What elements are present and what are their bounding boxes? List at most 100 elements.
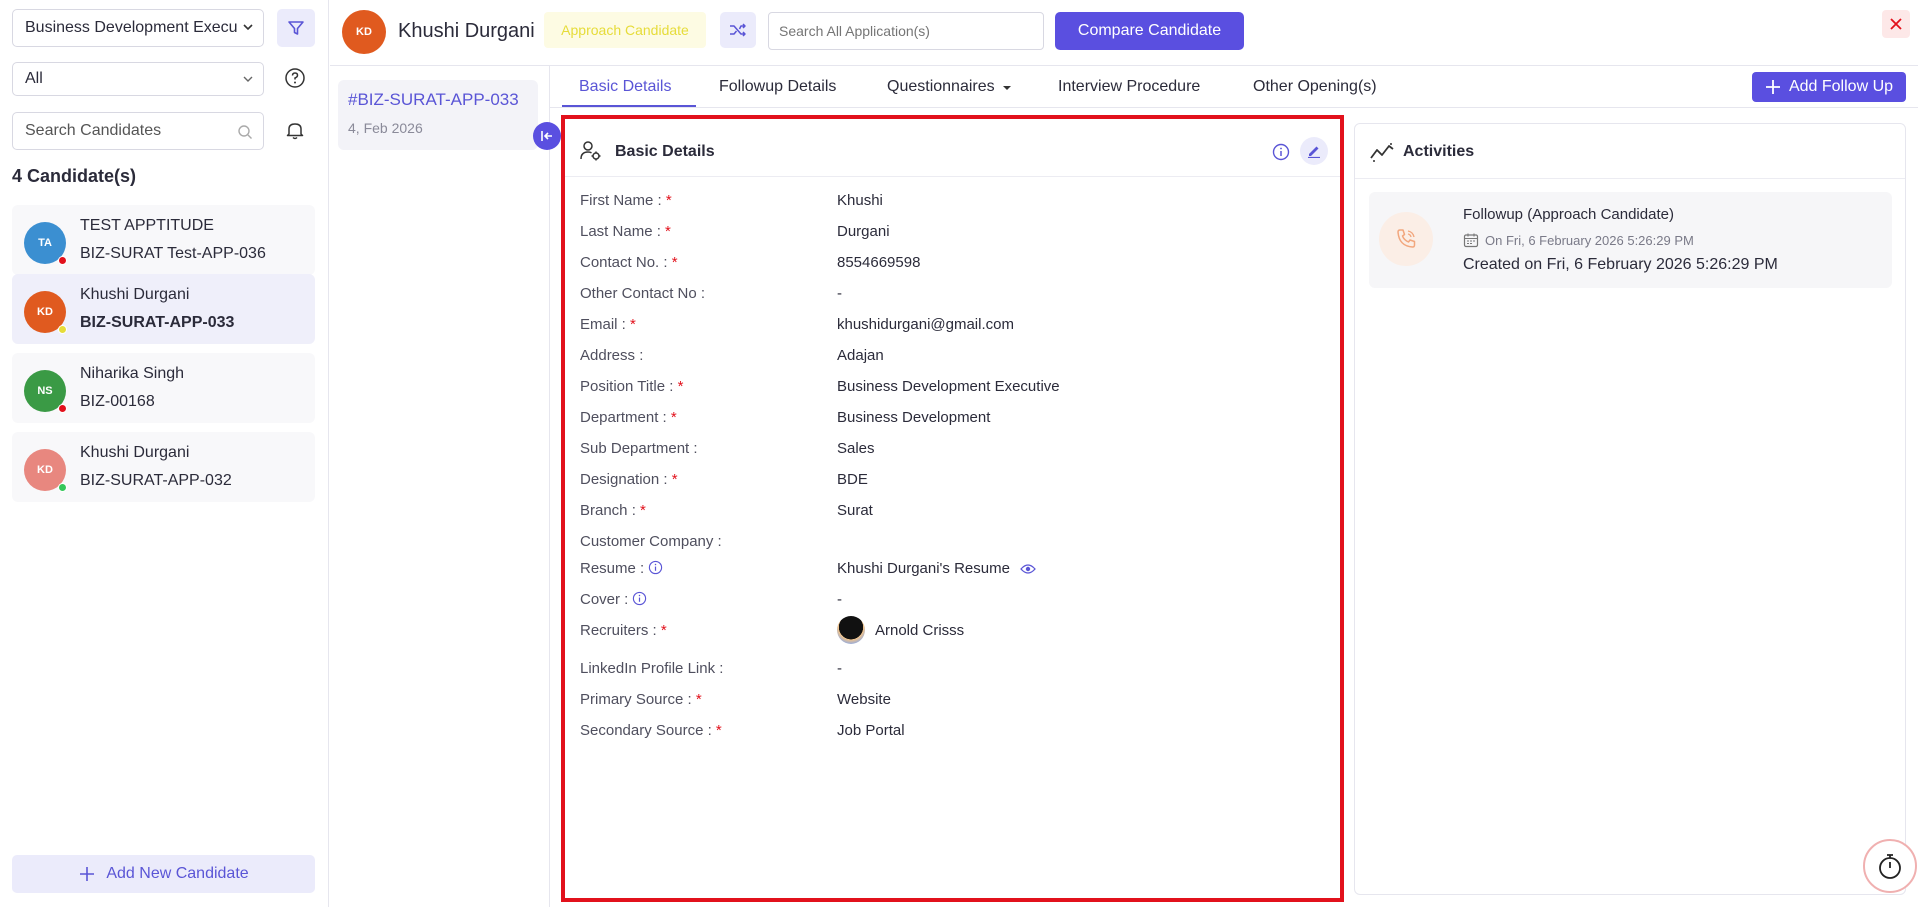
- candidate-list-item[interactable]: KD Khushi Durgani BIZ-SURAT-APP-032: [12, 432, 315, 502]
- search-applications-input[interactable]: [768, 12, 1044, 50]
- info-icon[interactable]: [648, 560, 663, 575]
- field-value: Arnold Crisss: [837, 616, 964, 644]
- tab-followup-details[interactable]: Followup Details: [719, 78, 836, 96]
- calendar-icon: [1463, 233, 1479, 248]
- field-label: LinkedIn Profile Link :: [580, 660, 723, 677]
- field-label: Last Name : *: [580, 223, 671, 240]
- notifications-button[interactable]: [283, 118, 307, 142]
- column-divider: [549, 66, 550, 907]
- field-label: Sub Department :: [580, 440, 698, 457]
- application-date: 4, Feb 2026: [348, 120, 423, 136]
- field-value: Khushi: [837, 192, 883, 209]
- field-label: Other Contact No :: [580, 285, 705, 302]
- position-filter-select[interactable]: Business Development Executive: [12, 9, 264, 47]
- candidate-name: Khushi Durgani: [80, 286, 190, 303]
- field-label: First Name : *: [580, 192, 672, 209]
- timer-button[interactable]: [1863, 839, 1917, 893]
- field-value: -: [837, 591, 842, 608]
- filter-icon: [288, 21, 304, 35]
- field-value: Durgani: [837, 223, 890, 240]
- status-filter-select[interactable]: All: [12, 62, 264, 96]
- field-label: Primary Source : *: [580, 691, 702, 708]
- candidate-code: BIZ-SURAT-APP-032: [80, 472, 232, 489]
- activity-title: Followup (Approach Candidate): [1463, 206, 1674, 223]
- edit-button[interactable]: [1300, 137, 1328, 165]
- bell-icon: [286, 123, 304, 140]
- status-dot: [58, 404, 67, 413]
- tab-questionnaires-label: Questionnaires: [887, 78, 995, 95]
- collapse-panel-button[interactable]: [533, 122, 561, 150]
- field-label-text: Branch :: [580, 502, 636, 519]
- add-follow-up-button[interactable]: Add Follow Up: [1752, 72, 1906, 102]
- field-value[interactable]: Khushi Durgani's Resume: [837, 560, 1036, 577]
- required-marker: *: [660, 622, 667, 639]
- activity-on-date: On Fri, 6 February 2026 5:26:29 PM: [1485, 232, 1694, 248]
- field-label-text: First Name :: [580, 192, 662, 209]
- status-badge: Approach Candidate: [544, 12, 706, 48]
- candidate-name: TEST APPTITUDE: [80, 217, 214, 234]
- close-button[interactable]: [1882, 10, 1910, 38]
- search-icon: [238, 125, 252, 139]
- candidate-list-item[interactable]: NS Niharika Singh BIZ-00168: [12, 353, 315, 423]
- field-label: Contact No. : *: [580, 254, 678, 271]
- position-filter-value: Business Development Executive: [25, 19, 237, 36]
- tabs-divider: [550, 107, 1918, 108]
- activities-title: Activities: [1403, 143, 1475, 160]
- help-button[interactable]: [283, 66, 307, 90]
- activity-date: On Fri, 6 February 2026 5:26:29 PM: [1463, 232, 1694, 248]
- close-icon: [1890, 18, 1902, 30]
- field-value: khushidurgani@gmail.com: [837, 316, 1014, 333]
- candidate-list-item[interactable]: KD Khushi Durgani BIZ-SURAT-APP-033: [12, 274, 315, 344]
- info-icon[interactable]: [1272, 143, 1290, 161]
- candidate-code: BIZ-SURAT-APP-033: [80, 314, 235, 331]
- status-dot: [58, 325, 67, 334]
- resume-link[interactable]: Khushi Durgani's Resume: [837, 560, 1010, 577]
- caret-down-icon: [1003, 86, 1012, 90]
- field-label: Address :: [580, 347, 643, 364]
- field-label: Designation : *: [580, 471, 678, 488]
- field-label: Secondary Source : *: [580, 722, 722, 739]
- required-marker: *: [665, 192, 672, 209]
- field-value: Sales: [837, 440, 875, 457]
- field-label-text: Position Title :: [580, 378, 674, 395]
- field-label: Position Title : *: [580, 378, 683, 395]
- filter-button[interactable]: [277, 9, 315, 47]
- shuffle-button[interactable]: [720, 12, 756, 48]
- field-label-text: Designation :: [580, 471, 668, 488]
- candidate-search[interactable]: Search Candidates: [12, 112, 264, 150]
- tab-questionnaires[interactable]: Questionnaires: [887, 78, 1012, 96]
- required-marker: *: [695, 691, 702, 708]
- add-new-candidate-label: Add New Candidate: [106, 865, 249, 882]
- candidate-list-item[interactable]: TA TEST APPTITUDE BIZ-SURAT Test-APP-036: [12, 205, 315, 275]
- recruiter-name: Arnold Crisss: [875, 621, 965, 639]
- compare-candidate-button[interactable]: Compare Candidate: [1055, 12, 1244, 50]
- field-value: BDE: [837, 471, 868, 488]
- field-value: Business Development: [837, 409, 991, 426]
- application-item[interactable]: #BIZ-SURAT-APP-033 4, Feb 2026: [338, 80, 538, 150]
- field-value: Adajan: [837, 347, 884, 364]
- field-label-text: Department :: [580, 409, 667, 426]
- required-marker: *: [665, 223, 671, 240]
- shuffle-icon: [730, 23, 746, 37]
- tab-other-openings[interactable]: Other Opening(s): [1253, 78, 1377, 96]
- field-label: Branch : *: [580, 502, 646, 519]
- required-marker: *: [630, 316, 636, 333]
- tab-basic-details[interactable]: Basic Details: [579, 78, 671, 96]
- tab-interview-procedure[interactable]: Interview Procedure: [1058, 78, 1200, 96]
- status-dot: [58, 256, 67, 265]
- activities-divider: [1355, 178, 1905, 179]
- status-filter-value: All: [25, 70, 43, 87]
- field-value: 8554669598: [837, 254, 921, 271]
- application-code: #BIZ-SURAT-APP-033: [348, 90, 519, 109]
- chevron-down-icon: [243, 76, 253, 82]
- candidate-code: BIZ-SURAT Test-APP-036: [80, 245, 266, 262]
- field-label-text: Cover :: [580, 591, 629, 608]
- field-label-text: Sub Department :: [580, 440, 698, 457]
- add-new-candidate-button[interactable]: Add New Candidate: [12, 855, 315, 893]
- candidate-search-placeholder: Search Candidates: [25, 122, 162, 139]
- field-value: Website: [837, 691, 891, 708]
- field-label: Email : *: [580, 316, 636, 333]
- eye-icon[interactable]: [1020, 563, 1036, 575]
- field-label: Customer Company :: [580, 533, 722, 550]
- info-icon[interactable]: [632, 591, 647, 606]
